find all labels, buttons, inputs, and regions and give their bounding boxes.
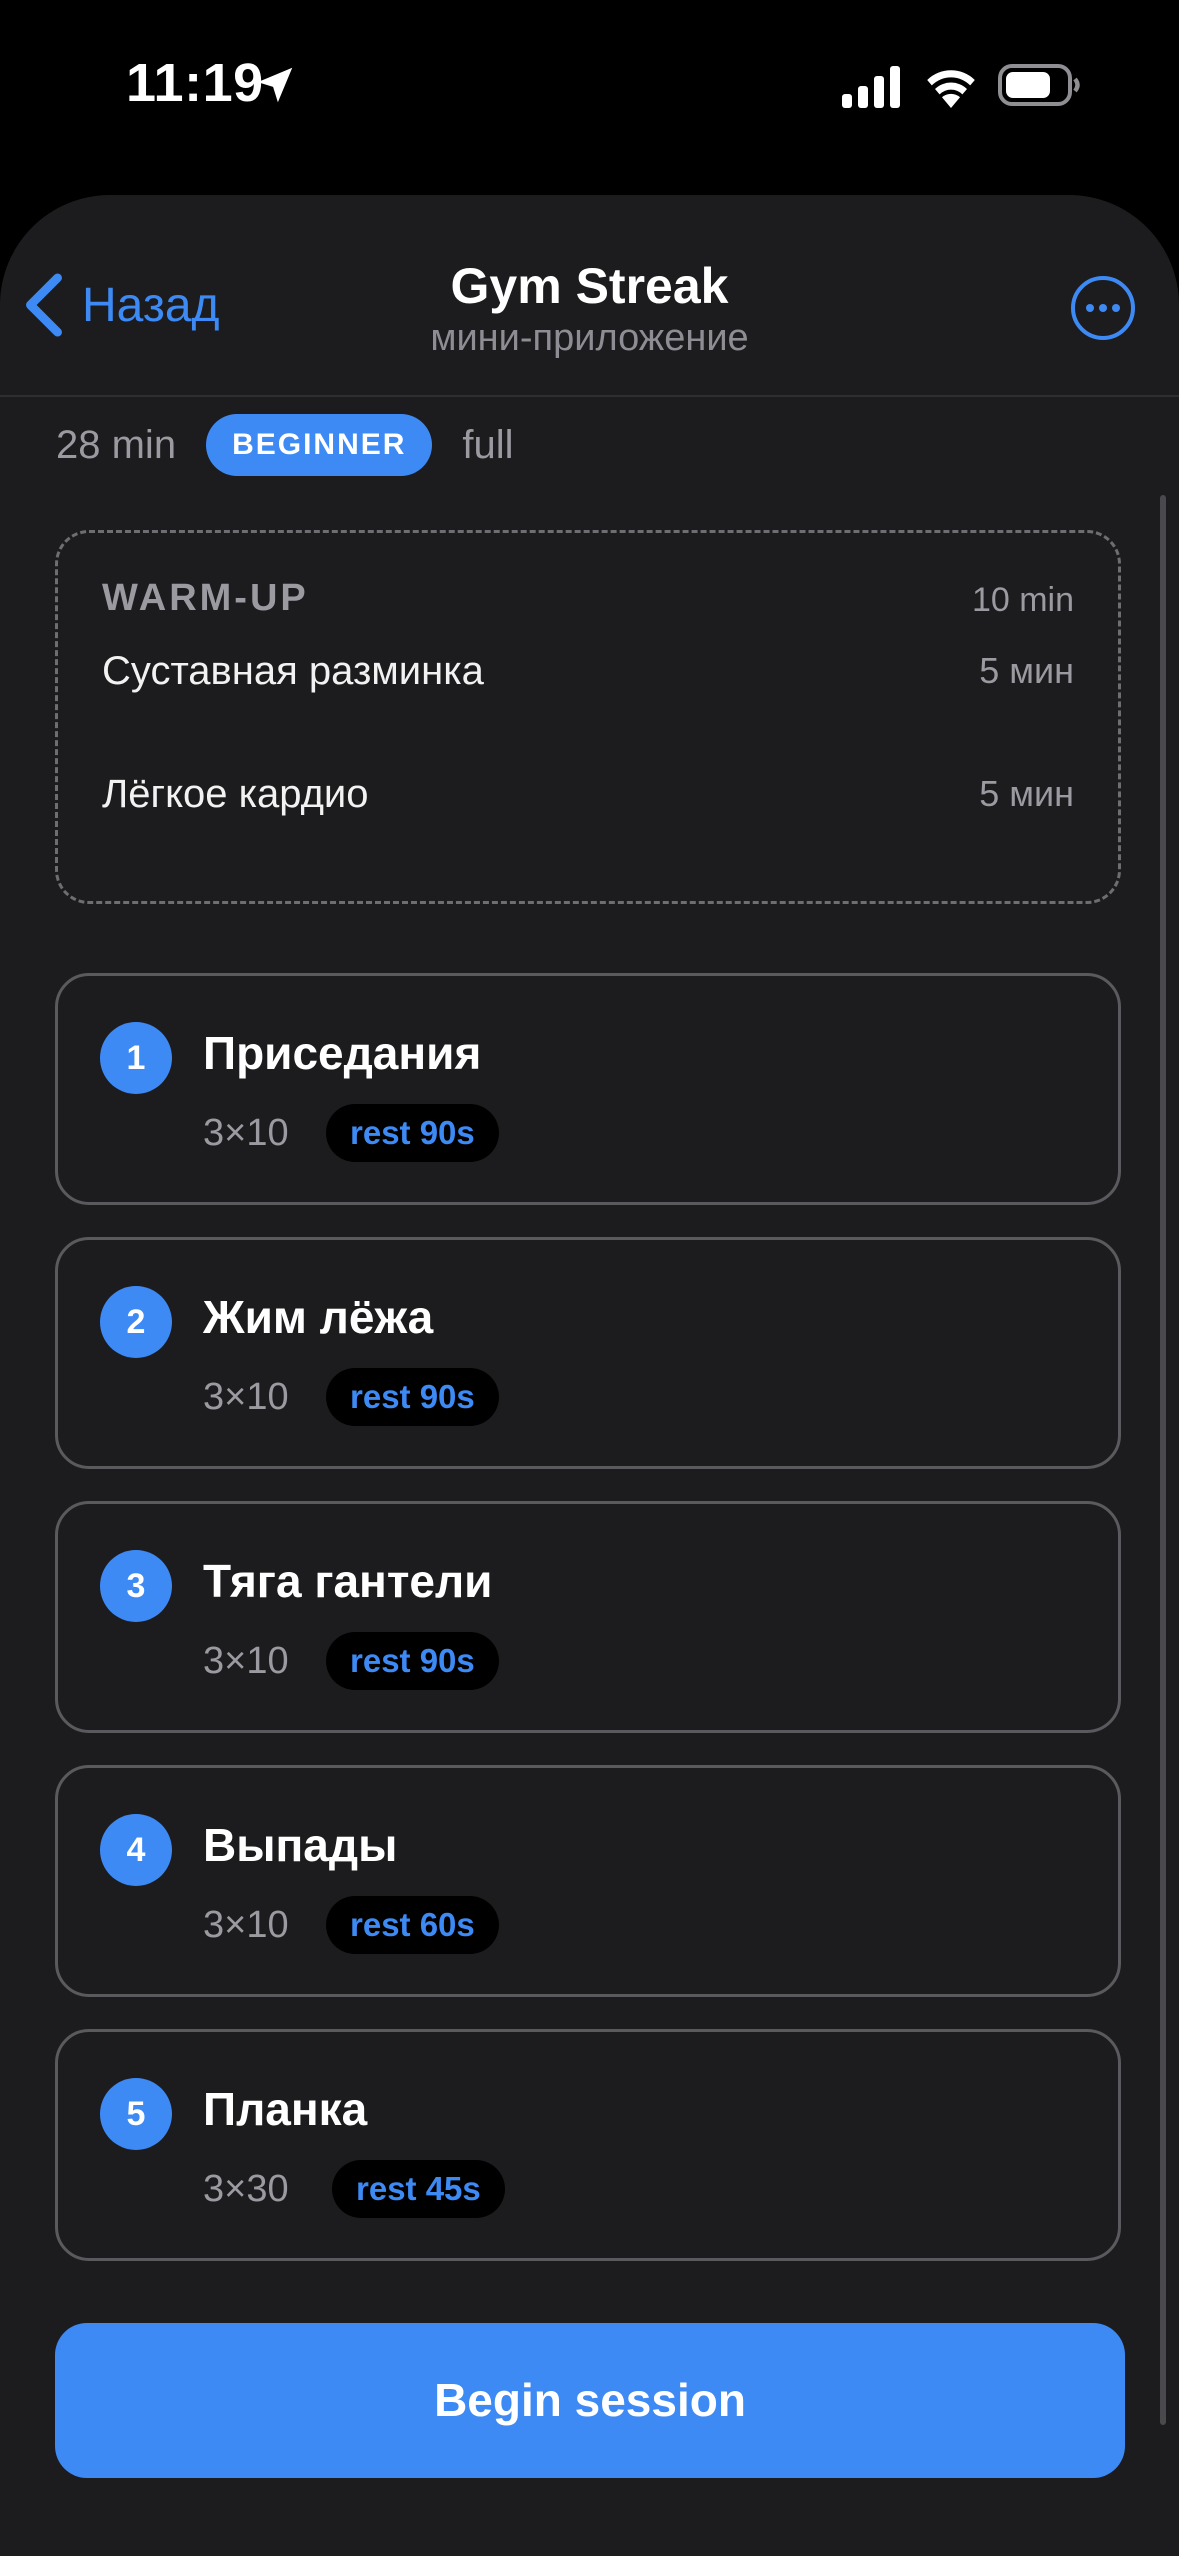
warmup-title: WARM-UP — [102, 577, 309, 619]
battery-icon — [998, 64, 1080, 106]
exercise-rest-badge: rest 90s — [326, 1368, 499, 1426]
wifi-icon — [927, 70, 975, 108]
exercise-rest-badge: rest 90s — [326, 1104, 499, 1162]
exercise-name: Жим лёжа — [203, 1291, 434, 1343]
status-time: 11:19 — [126, 53, 264, 113]
exercise-scheme: 3×10 — [203, 1640, 289, 1682]
exercise-scheme: 3×10 — [203, 1112, 289, 1154]
level-badge: BEGINNER — [206, 414, 433, 476]
screen: 11:19 Назад Gym Streak мини-приложение 2… — [0, 0, 1179, 2556]
exercise-scheme: 3×10 — [203, 1904, 289, 1946]
exercise-name: Выпады — [203, 1819, 398, 1871]
exercise-card[interactable]: 1 Приседания 3×10 rest 90s — [55, 973, 1121, 1205]
exercise-card[interactable]: 3 Тяга гантели 3×10 rest 90s — [55, 1501, 1121, 1733]
location-arrow-icon — [257, 67, 293, 103]
exercise-number: 5 — [100, 2078, 172, 2150]
app-subtitle: мини-приложение — [430, 317, 749, 359]
exercise-number: 1 — [100, 1022, 172, 1094]
navigation-bar: Назад Gym Streak мини-приложение — [0, 195, 1179, 397]
workout-type: full — [462, 422, 514, 467]
warmup-item-duration: 5 мин — [979, 650, 1074, 691]
app-title: Gym Streak — [450, 258, 729, 314]
workout-duration: 28 min — [56, 422, 177, 467]
exercise-card[interactable]: 4 Выпады 3×10 rest 60s — [55, 1765, 1121, 1997]
exercise-card[interactable]: 2 Жим лёжа 3×10 rest 90s — [55, 1237, 1121, 1469]
begin-session-button[interactable]: Begin session — [55, 2323, 1125, 2478]
exercise-scheme: 3×10 — [203, 1376, 289, 1418]
status-bar: 11:19 — [0, 0, 1179, 180]
scrollbar[interactable] — [1160, 495, 1166, 2425]
warmup-item-duration: 5 мин — [979, 773, 1074, 814]
warmup-item: Суставная разминка 5 мин — [102, 641, 1074, 701]
exercise-rest-badge: rest 90s — [326, 1632, 499, 1690]
exercise-number: 2 — [100, 1286, 172, 1358]
workout-meta-row: 28 min BEGINNER full — [56, 413, 514, 477]
warmup-total: 10 min — [971, 581, 1074, 619]
exercise-card[interactable]: 5 Планка 3×30 rest 45s — [55, 2029, 1121, 2261]
exercise-name: Тяга гантели — [203, 1555, 493, 1607]
warmup-section: WARM-UP 10 min Суставная разминка 5 мин … — [55, 530, 1121, 904]
exercise-name: Планка — [203, 2083, 368, 2135]
warmup-item-name: Суставная разминка — [102, 648, 484, 693]
exercise-rest-badge: rest 60s — [326, 1896, 499, 1954]
warmup-item: Лёгкое кардио 5 мин — [102, 764, 1074, 824]
exercise-scheme: 3×30 — [203, 2168, 289, 2210]
mini-app-sheet: Назад Gym Streak мини-приложение 28 min … — [0, 195, 1179, 2556]
exercise-rest-badge: rest 45s — [332, 2160, 505, 2218]
exercise-number: 3 — [100, 1550, 172, 1622]
exercise-name: Приседания — [203, 1027, 482, 1079]
warmup-item-name: Лёгкое кардио — [102, 771, 369, 816]
more-icon[interactable] — [1070, 275, 1136, 341]
exercise-number: 4 — [100, 1814, 172, 1886]
cellular-signal-icon — [842, 66, 900, 108]
